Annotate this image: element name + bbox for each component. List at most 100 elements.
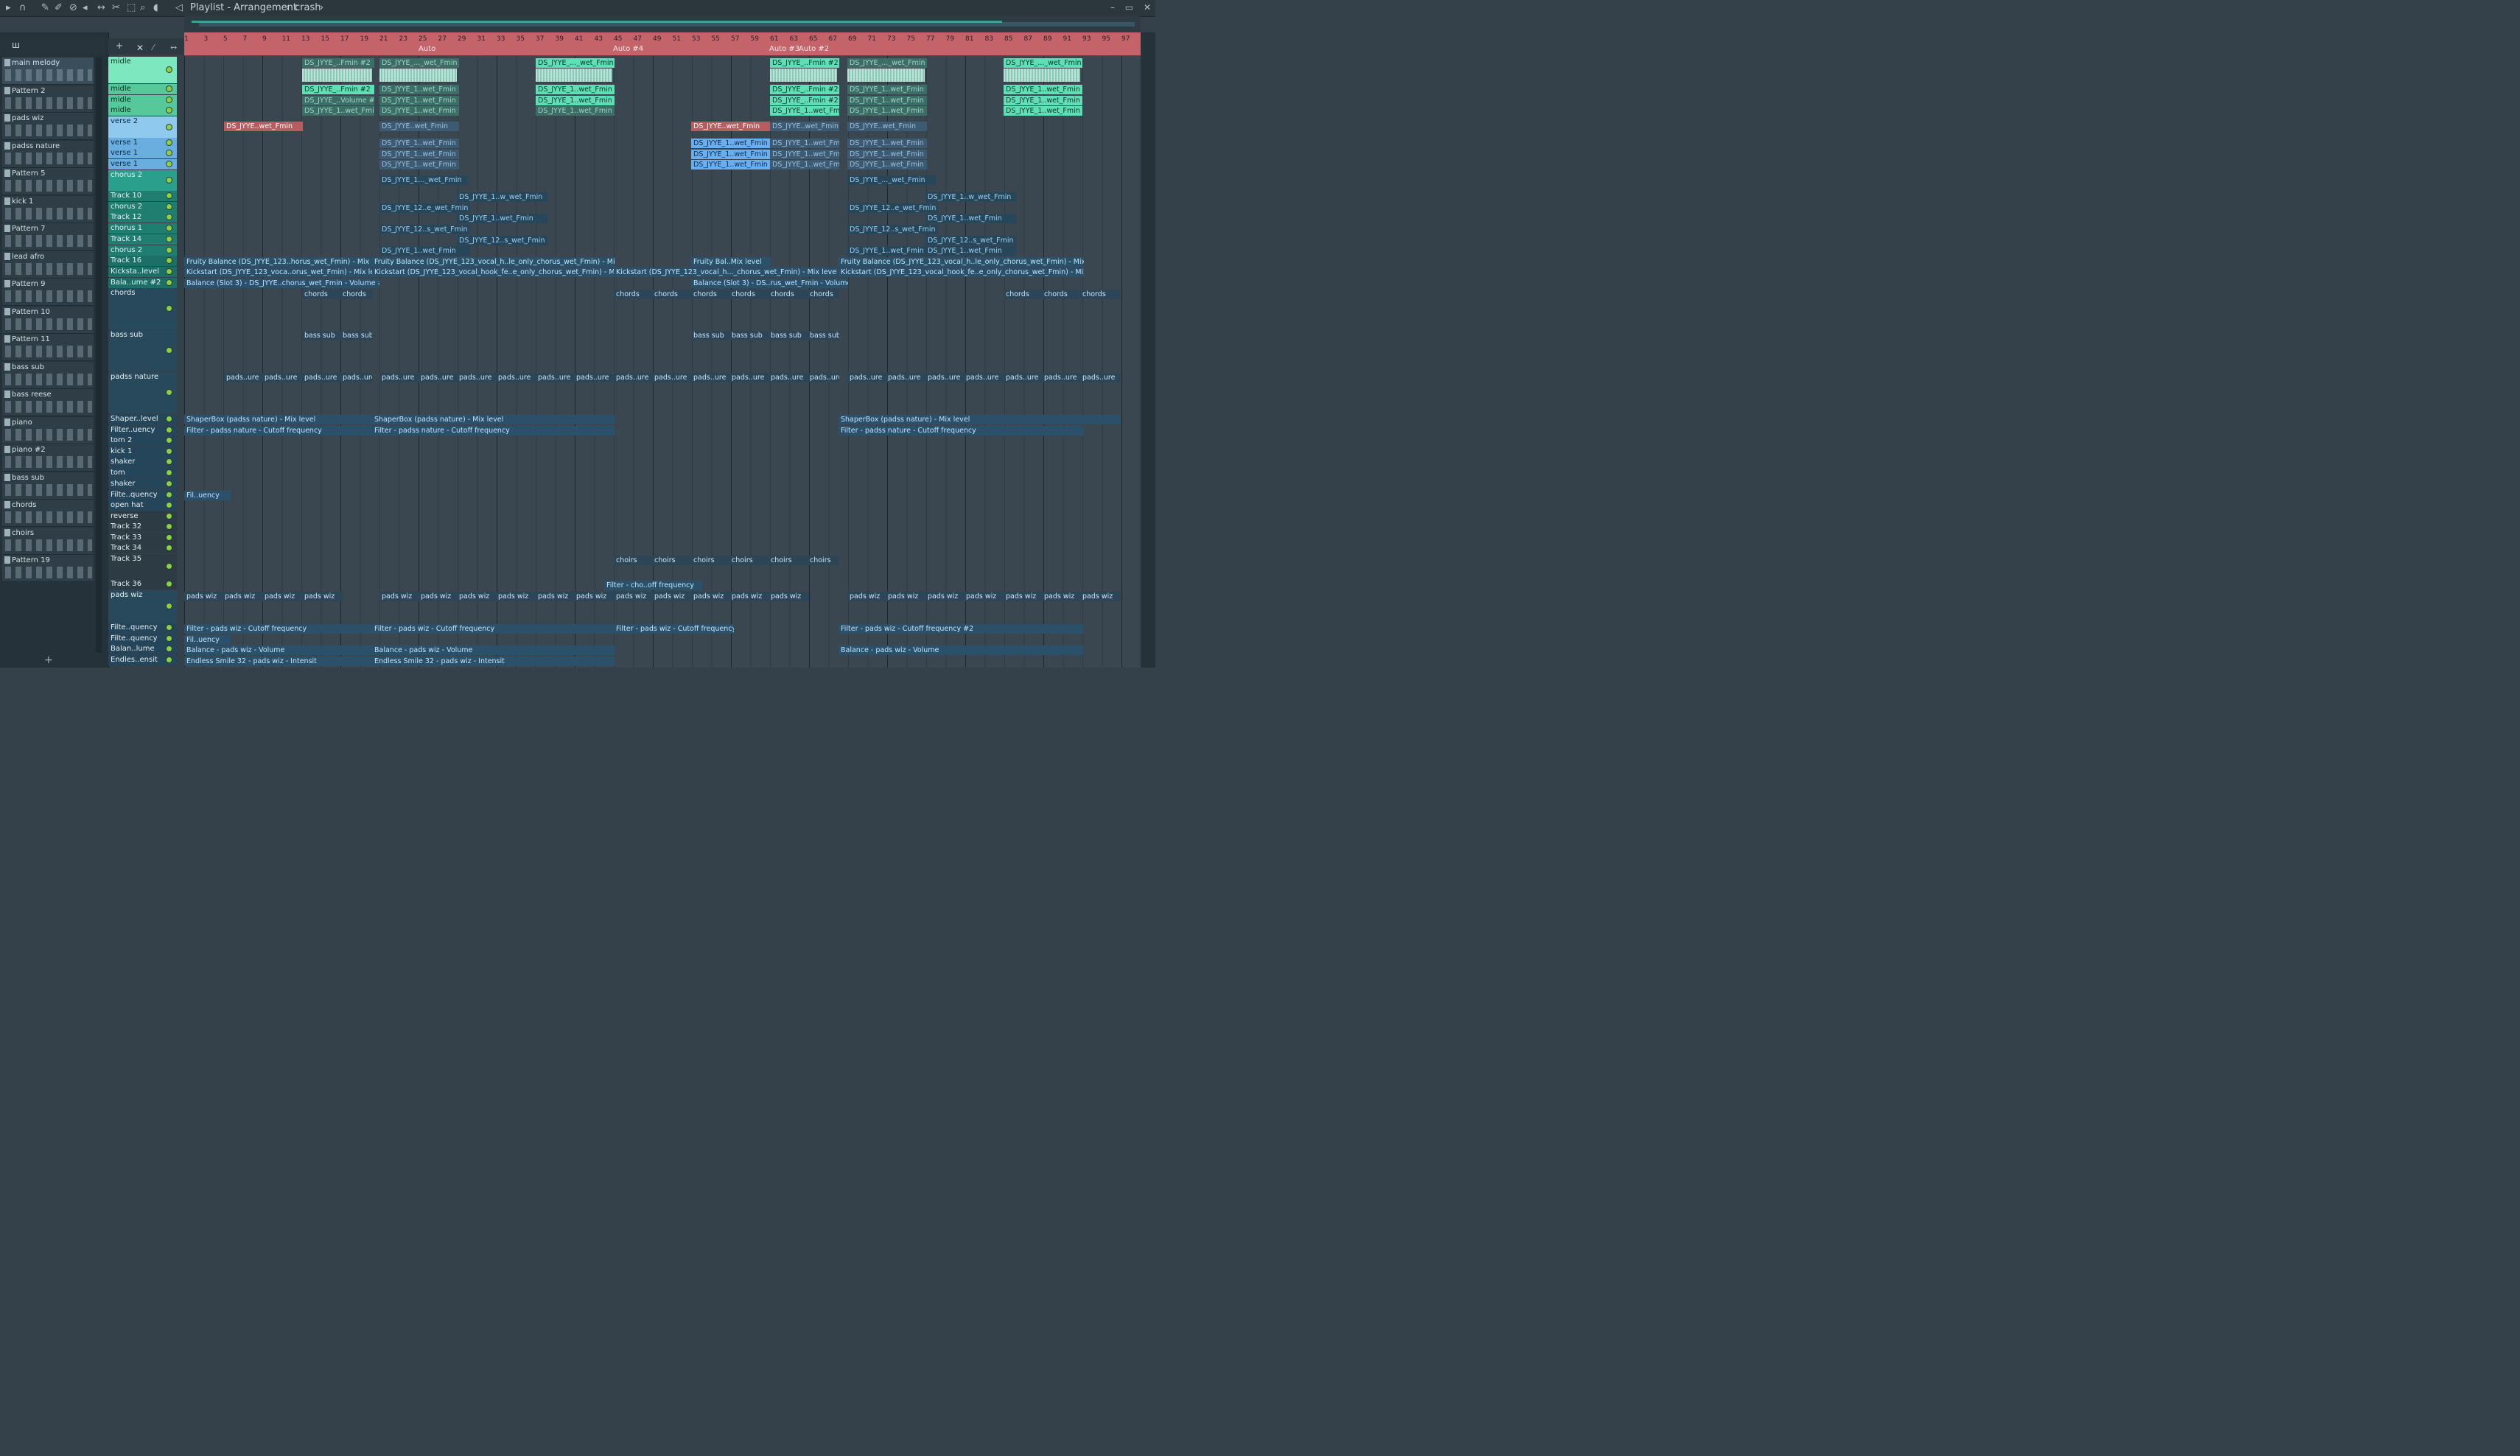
playlist-clip[interactable]: DS_JYYE_1..wet_Fmin — [925, 214, 1016, 223]
track-enable-icon[interactable] — [166, 469, 172, 476]
playlist-clip[interactable]: pads wiz — [614, 592, 654, 601]
track-enable-icon[interactable] — [166, 257, 172, 264]
track-enable-icon[interactable] — [166, 645, 172, 652]
vertical-scrollbar[interactable] — [1141, 32, 1155, 668]
playlist-clip[interactable]: choirs — [614, 556, 654, 565]
track-header[interactable]: Track 12 — [108, 212, 177, 223]
playlist-clip[interactable]: pads..ure — [886, 373, 926, 382]
playlist-clip[interactable]: Kickstart (DS_JYYE_123_vocal_h..._chorus… — [614, 267, 837, 277]
playlist-clip[interactable]: pads..ure — [1042, 373, 1082, 382]
playlist-clip[interactable]: chords — [1042, 290, 1082, 299]
playlist-clip[interactable]: pads wiz — [1080, 592, 1121, 601]
track-enable-icon[interactable] — [166, 437, 172, 444]
playlist-clip[interactable]: pads..ure — [302, 373, 343, 382]
playlist-clip[interactable]: bass sub — [691, 331, 732, 340]
playlist-clip[interactable]: DS_JYYE_12..e_wet_Fmin — [379, 203, 470, 213]
playlist-clip[interactable]: DS_JYYE_1..wet_Fmin — [536, 85, 615, 94]
track-enable-icon[interactable] — [166, 177, 172, 183]
playlist-clip[interactable]: pads..ure — [808, 373, 839, 382]
breadcrumb[interactable]: crash — [295, 2, 321, 13]
playlist-clip[interactable]: DS_JYYE_12..s_wet_Fmin — [379, 225, 470, 234]
playlist-clip[interactable]: bass sub — [729, 331, 770, 340]
playlist-clip[interactable]: DS_JYYE_1..wet_Fmin — [302, 106, 374, 116]
playlist-clip[interactable]: pads wiz — [964, 592, 1004, 601]
playlist-clip[interactable]: Balance - pads wiz - Volume — [839, 645, 1084, 655]
picker-item[interactable]: bass sub — [2, 361, 94, 389]
track-header[interactable]: reverse — [108, 511, 177, 522]
picker-item[interactable]: bass reese — [2, 389, 94, 416]
playlist-clip[interactable]: bass sub — [769, 331, 809, 340]
track-enable-icon[interactable] — [166, 150, 172, 156]
playlist-clip[interactable]: pads wiz — [886, 592, 926, 601]
playlist-clip[interactable]: pads..ure — [925, 373, 966, 382]
playlist-clip[interactable]: pads..ure — [457, 373, 497, 382]
playlist-clip[interactable]: pads wiz — [496, 592, 536, 601]
track-enable-icon[interactable] — [166, 389, 172, 396]
playlist-clip[interactable]: DS_JYYE_1..wet_Fmin — [536, 96, 615, 105]
playlist-clip[interactable]: chords — [769, 290, 809, 299]
playlist-clip[interactable]: DS_JYYE_1..wet_Fmin — [379, 246, 470, 256]
slice-icon[interactable]: ✂ — [112, 2, 120, 13]
playlist-clip[interactable]: pads..ure — [729, 373, 770, 382]
playlist-clip[interactable]: DS_JYYE_..Fmin #2 — [770, 58, 839, 68]
playlist-clip[interactable]: chords — [652, 290, 693, 299]
track-header[interactable]: midle — [108, 95, 177, 105]
track-enable-icon[interactable] — [166, 203, 172, 210]
link-icon[interactable]: ↔ — [170, 43, 177, 52]
playlist-clip[interactable]: pads..ure — [769, 373, 809, 382]
playlist-clip[interactable]: Filter - padss nature - Cutoff frequency — [372, 426, 615, 435]
playlist-clip[interactable]: DS_JYYE_1..wet_Fmin — [457, 214, 547, 223]
playlist-clip[interactable]: pads wiz — [223, 592, 263, 601]
track-header[interactable]: tom — [108, 468, 177, 478]
playlist-clip[interactable]: chords — [340, 290, 372, 299]
track-header[interactable]: chorus 1 — [108, 223, 177, 234]
playlist-clip[interactable]: Kickstart (DS_JYYE_123_voca..orus_wet_Fm… — [184, 267, 372, 277]
add-track-icon[interactable]: + — [116, 41, 123, 51]
track-enable-icon[interactable] — [166, 66, 172, 73]
delete-icon[interactable]: ⊘ — [69, 2, 77, 13]
track-enable-icon[interactable] — [166, 416, 172, 422]
playlist-clip[interactable]: DS_JYYE_12..s_wet_Fmin — [847, 225, 938, 234]
playlist-clip[interactable]: Filter - pads wiz - Cutoff frequency — [184, 624, 372, 634]
playlist-clip[interactable]: pads wiz — [1004, 592, 1044, 601]
playlist-clip[interactable]: pads wiz — [574, 592, 615, 601]
track-enable-icon[interactable] — [166, 192, 172, 199]
picker-item[interactable]: Pattern 2 — [2, 85, 94, 113]
track-header[interactable]: Track 35 — [108, 554, 177, 579]
playlist-clip[interactable]: Fruity Bal..Mix level — [691, 257, 771, 267]
playlist-clip[interactable]: pads..ure — [614, 373, 654, 382]
playlist-clip[interactable]: pads wiz — [457, 592, 497, 601]
track-header[interactable]: Filte..quency — [108, 634, 177, 644]
zoom-icon[interactable]: ⌕ — [140, 2, 145, 13]
track-enable-icon[interactable] — [166, 123, 172, 130]
track-header[interactable]: Shaper..level — [108, 414, 177, 424]
picker-item[interactable]: piano #2 — [2, 444, 94, 472]
track-enable-icon[interactable] — [166, 225, 172, 231]
track-enable-icon[interactable] — [166, 247, 172, 253]
playlist-clip[interactable]: DS_JYYE..wet_Fmin — [847, 122, 927, 131]
picker-item[interactable]: lead afro — [2, 251, 94, 279]
add-pattern-button[interactable]: + — [44, 654, 53, 666]
picker-item[interactable]: padss nature — [2, 140, 94, 168]
playlist-clip[interactable]: DS_JYYE_1..wet_Fmin — [379, 106, 459, 116]
playlist-clip[interactable]: chords — [302, 290, 343, 299]
playlist-clip[interactable]: DS_JYYE_..Fmin #2 — [302, 85, 374, 94]
track-header[interactable]: verse 1 — [108, 148, 177, 158]
playlist-clip[interactable]: DS_JYYE_1..wet_Fmin — [536, 106, 615, 116]
track-header[interactable]: Track 10 — [108, 191, 177, 201]
track-enable-icon[interactable] — [166, 107, 172, 113]
picker-item[interactable]: kick 1 — [2, 195, 94, 223]
speaker-icon[interactable]: ◁ — [175, 2, 183, 13]
track-enable-icon[interactable] — [166, 491, 172, 498]
playlist-clip[interactable]: pads..ure — [1004, 373, 1044, 382]
playlist-clip[interactable]: DS_JYYE_1..wet_Fmin — [847, 139, 927, 148]
track-header[interactable]: chorus 2 — [108, 170, 177, 191]
track-header[interactable]: padss nature — [108, 372, 177, 413]
playlist-clip[interactable]: Filter - cho..off frequency — [604, 581, 702, 590]
playlist-clip[interactable]: DS_JYYE_1..wet_Fmin — [847, 150, 927, 159]
playlist-clip[interactable]: DS_JYYE_1..._wet_Fmin — [379, 175, 468, 185]
playlist-clip[interactable]: pads..ure — [379, 373, 420, 382]
track-header[interactable]: open hat — [108, 500, 177, 511]
track-enable-icon[interactable] — [166, 85, 172, 92]
playlist-clip[interactable]: DS_JYYE_..._wet_Fmin — [1004, 58, 1082, 68]
